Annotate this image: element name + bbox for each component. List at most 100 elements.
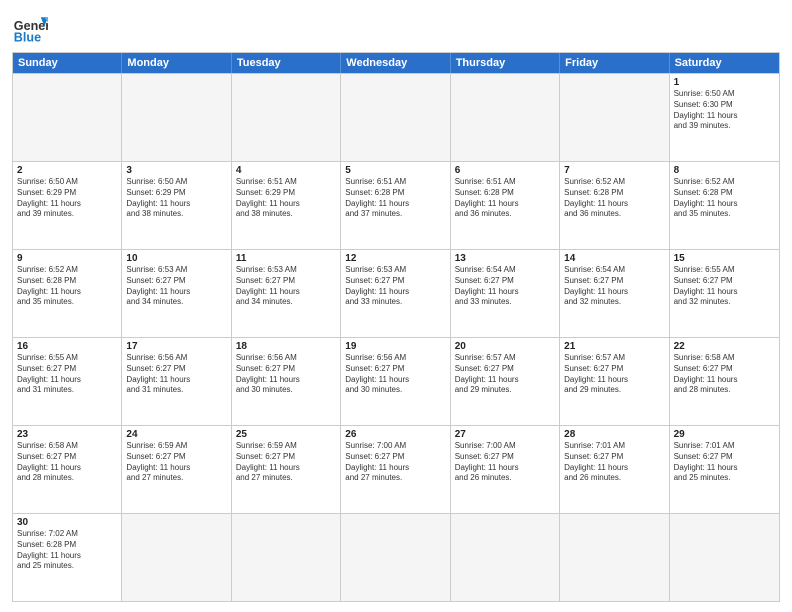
day-cell-28: 28Sunrise: 7:01 AM Sunset: 6:27 PM Dayli… <box>560 426 669 513</box>
logo: General Blue <box>12 10 48 46</box>
empty-cell <box>560 74 669 161</box>
day-info: Sunrise: 6:57 AM Sunset: 6:27 PM Dayligh… <box>455 353 555 396</box>
day-cell-18: 18Sunrise: 6:56 AM Sunset: 6:27 PM Dayli… <box>232 338 341 425</box>
day-info: Sunrise: 6:56 AM Sunset: 6:27 PM Dayligh… <box>345 353 445 396</box>
day-cell-12: 12Sunrise: 6:53 AM Sunset: 6:27 PM Dayli… <box>341 250 450 337</box>
day-number: 29 <box>674 429 775 440</box>
day-number: 11 <box>236 253 336 264</box>
day-cell-9: 9Sunrise: 6:52 AM Sunset: 6:28 PM Daylig… <box>13 250 122 337</box>
svg-text:Blue: Blue <box>14 31 41 45</box>
day-number: 14 <box>564 253 664 264</box>
day-info: Sunrise: 6:52 AM Sunset: 6:28 PM Dayligh… <box>674 177 775 220</box>
day-number: 7 <box>564 165 664 176</box>
calendar: SundayMondayTuesdayWednesdayThursdayFrid… <box>12 52 780 602</box>
day-info: Sunrise: 7:01 AM Sunset: 6:27 PM Dayligh… <box>674 441 775 484</box>
day-number: 13 <box>455 253 555 264</box>
day-cell-15: 15Sunrise: 6:55 AM Sunset: 6:27 PM Dayli… <box>670 250 779 337</box>
day-header-friday: Friday <box>560 53 669 73</box>
empty-cell <box>341 74 450 161</box>
day-info: Sunrise: 6:50 AM Sunset: 6:29 PM Dayligh… <box>126 177 226 220</box>
day-header-tuesday: Tuesday <box>232 53 341 73</box>
day-info: Sunrise: 6:54 AM Sunset: 6:27 PM Dayligh… <box>564 265 664 308</box>
day-info: Sunrise: 6:50 AM Sunset: 6:30 PM Dayligh… <box>674 89 775 132</box>
day-info: Sunrise: 6:59 AM Sunset: 6:27 PM Dayligh… <box>126 441 226 484</box>
day-cell-8: 8Sunrise: 6:52 AM Sunset: 6:28 PM Daylig… <box>670 162 779 249</box>
day-info: Sunrise: 6:54 AM Sunset: 6:27 PM Dayligh… <box>455 265 555 308</box>
day-cell-30: 30Sunrise: 7:02 AM Sunset: 6:28 PM Dayli… <box>13 514 122 601</box>
day-cell-11: 11Sunrise: 6:53 AM Sunset: 6:27 PM Dayli… <box>232 250 341 337</box>
day-number: 6 <box>455 165 555 176</box>
day-cell-27: 27Sunrise: 7:00 AM Sunset: 6:27 PM Dayli… <box>451 426 560 513</box>
day-header-saturday: Saturday <box>670 53 779 73</box>
day-number: 22 <box>674 341 775 352</box>
day-header-wednesday: Wednesday <box>341 53 450 73</box>
empty-cell <box>122 514 231 601</box>
page: General Blue SundayMondayTuesdayWednesda… <box>0 0 792 612</box>
calendar-week-1: 1Sunrise: 6:50 AM Sunset: 6:30 PM Daylig… <box>13 73 779 161</box>
logo-icon: General Blue <box>12 10 48 46</box>
day-info: Sunrise: 7:00 AM Sunset: 6:27 PM Dayligh… <box>455 441 555 484</box>
empty-cell <box>670 514 779 601</box>
empty-cell <box>451 514 560 601</box>
day-cell-6: 6Sunrise: 6:51 AM Sunset: 6:28 PM Daylig… <box>451 162 560 249</box>
day-cell-13: 13Sunrise: 6:54 AM Sunset: 6:27 PM Dayli… <box>451 250 560 337</box>
day-number: 21 <box>564 341 664 352</box>
day-info: Sunrise: 6:53 AM Sunset: 6:27 PM Dayligh… <box>126 265 226 308</box>
calendar-week-4: 16Sunrise: 6:55 AM Sunset: 6:27 PM Dayli… <box>13 337 779 425</box>
day-number: 15 <box>674 253 775 264</box>
day-cell-10: 10Sunrise: 6:53 AM Sunset: 6:27 PM Dayli… <box>122 250 231 337</box>
calendar-week-2: 2 Sunrise: 6:50 AM Sunset: 6:29 PM Daylig… <box>13 161 779 249</box>
day-info: Sunrise: 6:56 AM Sunset: 6:27 PM Dayligh… <box>236 353 336 396</box>
day-number: 17 <box>126 341 226 352</box>
day-info: Sunrise: 6:55 AM Sunset: 6:27 PM Dayligh… <box>674 265 775 308</box>
day-number: 25 <box>236 429 336 440</box>
day-cell-20: 20Sunrise: 6:57 AM Sunset: 6:27 PM Dayli… <box>451 338 560 425</box>
day-info: Sunrise: 7:00 AM Sunset: 6:27 PM Dayligh… <box>345 441 445 484</box>
day-cell-2: 2Sunrise: 6:50 AM Sunset: 6:29 PM Daylig… <box>13 162 122 249</box>
day-number: 20 <box>455 341 555 352</box>
day-number: 9 <box>17 253 117 264</box>
day-info: Sunrise: 6:51 AM Sunset: 6:29 PM Dayligh… <box>236 177 336 220</box>
calendar-header: SundayMondayTuesdayWednesdayThursdayFrid… <box>13 53 779 73</box>
day-number: 28 <box>564 429 664 440</box>
header: General Blue <box>12 10 780 46</box>
day-number: 1 <box>674 77 775 88</box>
empty-cell <box>560 514 669 601</box>
day-number: 23 <box>17 429 117 440</box>
day-info: Sunrise: 7:01 AM Sunset: 6:27 PM Dayligh… <box>564 441 664 484</box>
empty-cell <box>451 74 560 161</box>
day-cell-4: 4Sunrise: 6:51 AM Sunset: 6:29 PM Daylig… <box>232 162 341 249</box>
day-number: 12 <box>345 253 445 264</box>
day-cell-5: 5Sunrise: 6:51 AM Sunset: 6:28 PM Daylig… <box>341 162 450 249</box>
day-cell-7: 7Sunrise: 6:52 AM Sunset: 6:28 PM Daylig… <box>560 162 669 249</box>
day-number: 18 <box>236 341 336 352</box>
empty-cell <box>232 514 341 601</box>
day-info: Sunrise: 6:53 AM Sunset: 6:27 PM Dayligh… <box>345 265 445 308</box>
day-info: Sunrise: 6:59 AM Sunset: 6:27 PM Dayligh… <box>236 441 336 484</box>
calendar-week-5: 23Sunrise: 6:58 AM Sunset: 6:27 PM Dayli… <box>13 425 779 513</box>
day-number: 30 <box>17 517 117 528</box>
day-cell-3: 3Sunrise: 6:50 AM Sunset: 6:29 PM Daylig… <box>122 162 231 249</box>
day-header-thursday: Thursday <box>451 53 560 73</box>
empty-cell <box>341 514 450 601</box>
day-number: 2 <box>17 165 117 176</box>
day-cell-17: 17Sunrise: 6:56 AM Sunset: 6:27 PM Dayli… <box>122 338 231 425</box>
day-cell-1: 1Sunrise: 6:50 AM Sunset: 6:30 PM Daylig… <box>670 74 779 161</box>
day-info: Sunrise: 6:57 AM Sunset: 6:27 PM Dayligh… <box>564 353 664 396</box>
day-info: Sunrise: 6:51 AM Sunset: 6:28 PM Dayligh… <box>455 177 555 220</box>
day-info: Sunrise: 6:58 AM Sunset: 6:27 PM Dayligh… <box>674 353 775 396</box>
day-cell-29: 29Sunrise: 7:01 AM Sunset: 6:27 PM Dayli… <box>670 426 779 513</box>
empty-cell <box>13 74 122 161</box>
day-cell-25: 25Sunrise: 6:59 AM Sunset: 6:27 PM Dayli… <box>232 426 341 513</box>
day-header-monday: Monday <box>122 53 231 73</box>
empty-cell <box>232 74 341 161</box>
day-number: 26 <box>345 429 445 440</box>
day-info: Sunrise: 7:02 AM Sunset: 6:28 PM Dayligh… <box>17 529 117 572</box>
day-number: 10 <box>126 253 226 264</box>
day-info: Sunrise: 6:56 AM Sunset: 6:27 PM Dayligh… <box>126 353 226 396</box>
calendar-body: 1Sunrise: 6:50 AM Sunset: 6:30 PM Daylig… <box>13 73 779 601</box>
day-cell-26: 26Sunrise: 7:00 AM Sunset: 6:27 PM Dayli… <box>341 426 450 513</box>
calendar-week-6: 30Sunrise: 7:02 AM Sunset: 6:28 PM Dayli… <box>13 513 779 601</box>
day-info: Sunrise: 6:52 AM Sunset: 6:28 PM Dayligh… <box>17 265 117 308</box>
calendar-week-3: 9Sunrise: 6:52 AM Sunset: 6:28 PM Daylig… <box>13 249 779 337</box>
